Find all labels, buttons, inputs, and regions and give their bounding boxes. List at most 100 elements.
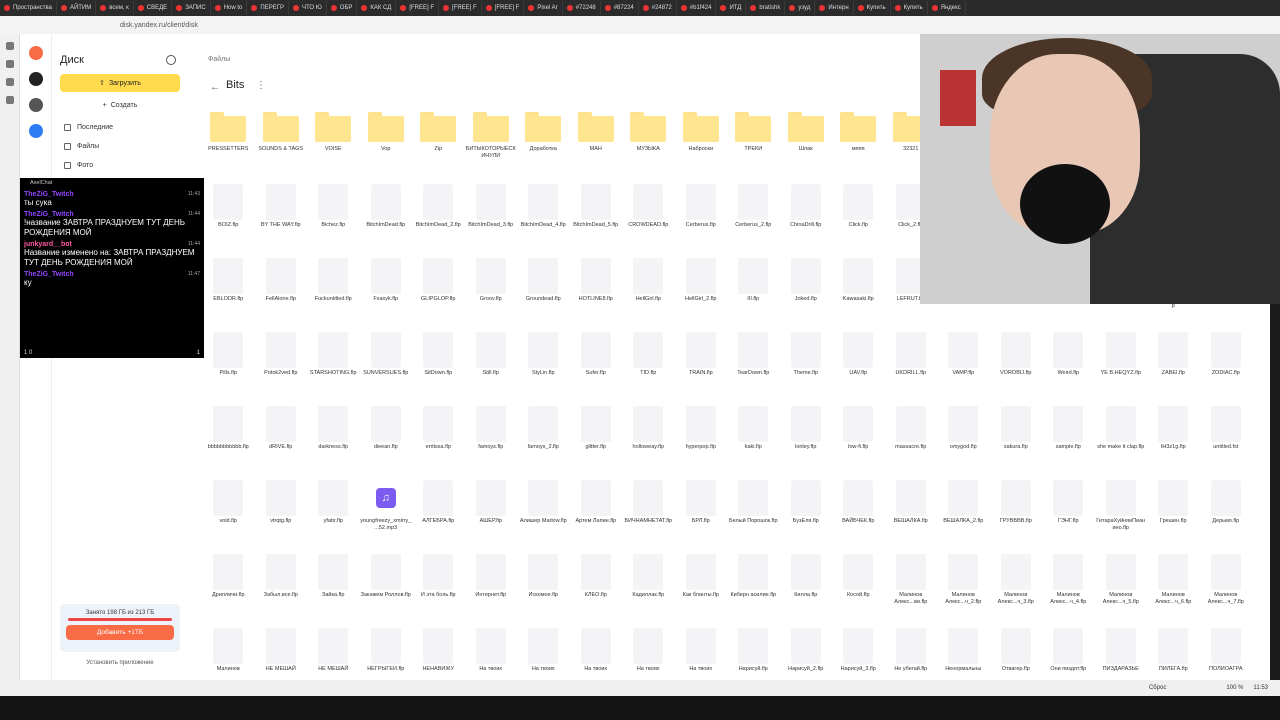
file-item[interactable]: ZABEI.flp [1147, 328, 1200, 402]
folder-item[interactable]: МУЗЫКА [622, 106, 675, 180]
file-item[interactable]: sakura.flp [990, 402, 1043, 476]
browser-tab[interactable]: всем, к [96, 1, 134, 15]
browser-tab[interactable]: #b1f424 [677, 1, 717, 15]
file-item[interactable]: На твоих [622, 624, 675, 680]
browser-tab[interactable]: Интерн [815, 1, 854, 15]
file-item[interactable]: erritssa.flp [412, 402, 465, 476]
file-item[interactable]: ВАЙБЧЕК.flp [832, 476, 885, 550]
browser-tab[interactable]: Пространства [0, 1, 57, 15]
file-item[interactable]: Kawasaki.flp [832, 254, 885, 328]
history-icon[interactable] [5, 78, 14, 86]
file-item[interactable]: ♫ youngfreezy_xmirry_...52.mp3 [360, 476, 413, 550]
browser-tab[interactable]: [FREE] F [396, 1, 439, 15]
file-item[interactable]: YE B.HEQYZ.flp [1095, 328, 1148, 402]
folder-item[interactable]: Наброски [675, 106, 728, 180]
back-arrow-icon[interactable]: ← [210, 82, 220, 93]
file-item[interactable]: КЛЕО.flp [570, 550, 623, 624]
file-item[interactable]: НЕ МЕШАЙ [307, 624, 360, 680]
file-item[interactable]: void.flp [202, 476, 255, 550]
file-item[interactable]: ГЭНГ.flp [1042, 476, 1095, 550]
file-item[interactable]: hyperpop.flp [675, 402, 728, 476]
file-item[interactable]: HellGirl_2.flp [675, 254, 728, 328]
file-item[interactable]: БИЧНАМНЕТАТ.flp [622, 476, 675, 550]
browser-tab[interactable]: ОБР [327, 1, 358, 15]
nav-item-files[interactable]: Файлы [64, 143, 99, 150]
file-item[interactable]: sample.flp [1042, 402, 1095, 476]
file-item[interactable]: ZODIAC.flp [1200, 328, 1253, 402]
file-item[interactable]: ВЕШАЛКА.flp [885, 476, 938, 550]
file-item[interactable]: GLIPGLOP.flp [412, 254, 465, 328]
extension-icon[interactable] [5, 96, 14, 104]
file-item[interactable]: BitchImDead_5.flp [570, 180, 623, 254]
file-item[interactable]: На твоих [517, 624, 570, 680]
browser-tab[interactable]: [FREE] F [439, 1, 482, 15]
file-item[interactable]: Cerberus.flp [675, 180, 728, 254]
file-item[interactable]: BY THE WAY.flp [255, 180, 308, 254]
bookmark-icon[interactable] [5, 42, 14, 50]
file-item[interactable]: BitchImDead_3.flp [465, 180, 518, 254]
file-item[interactable]: tH3z1g.flp [1147, 402, 1200, 476]
file-item[interactable]: BOIZ.flp [202, 180, 255, 254]
file-item[interactable]: НЕ МЕШАЙ [255, 624, 308, 680]
file-item[interactable]: darkness.flp [307, 402, 360, 476]
messenger-icon[interactable] [28, 124, 43, 138]
file-item[interactable]: TID.flp [622, 328, 675, 402]
create-button[interactable]: + Создать [60, 97, 180, 113]
file-item[interactable]: БРЛ.flp [675, 476, 728, 550]
file-item[interactable]: TRAIN.flp [675, 328, 728, 402]
file-item[interactable]: Малинов [202, 624, 255, 680]
disk-icon[interactable] [28, 72, 43, 86]
file-item[interactable]: famoys_2.flp [517, 402, 570, 476]
file-item[interactable]: ГитараХуйняиПианино.flp [1095, 476, 1148, 550]
folder-item[interactable]: ТРЕКИ [727, 106, 780, 180]
file-item[interactable]: Bichez.flp [307, 180, 360, 254]
folder-item[interactable]: SOUNDS & TAGS [255, 106, 308, 180]
file-item[interactable]: UAV.flp [832, 328, 885, 402]
file-item[interactable]: massacre.flp [885, 402, 938, 476]
file-item[interactable]: ПИЗДАРАЗЬЕ [1095, 624, 1148, 680]
file-item[interactable]: glitter.flp [570, 402, 623, 476]
file-item[interactable]: Pills.flp [202, 328, 255, 402]
file-item[interactable]: Грешен.flp [1147, 476, 1200, 550]
file-item[interactable]: Малинов Алекс...ч_5.flp [1095, 550, 1148, 624]
file-item[interactable]: III.flp [727, 254, 780, 328]
file-item[interactable]: BitchImDead_4.flp [517, 180, 570, 254]
file-item[interactable]: Fuckuntitled.flp [307, 254, 360, 328]
file-item[interactable]: SUNVERSUES.flp [360, 328, 413, 402]
browser-tab[interactable]: How to [211, 1, 248, 15]
file-item[interactable]: НЕГРЫГЕИ.flp [360, 624, 413, 680]
file-item[interactable]: HOTLINE8.flp [570, 254, 623, 328]
file-item[interactable]: ГРУВВВВ.flp [990, 476, 1043, 550]
file-item[interactable]: Малинов Алекс...ви.flp [885, 550, 938, 624]
add-storage-button[interactable]: Добавить +1ТБ [66, 625, 174, 640]
install-app-link[interactable]: Установить приложение [60, 660, 180, 666]
file-item[interactable]: Click.flp [832, 180, 885, 254]
nav-item-photos[interactable]: Фото [64, 162, 93, 169]
file-item[interactable]: SitDown.flp [412, 328, 465, 402]
file-item[interactable]: Белый Порошок.flp [727, 476, 780, 550]
mail-icon[interactable] [28, 98, 43, 112]
folder-item[interactable]: Zip [412, 106, 465, 180]
file-item[interactable]: bbbbbbbbbbb.flp [202, 402, 255, 476]
file-item[interactable]: АЛГЕБРА.flp [412, 476, 465, 550]
browser-tab[interactable]: Купить [891, 1, 928, 15]
file-item[interactable]: omygod.flp [937, 402, 990, 476]
file-item[interactable]: Забыл.все.flp [255, 550, 308, 624]
file-item[interactable]: На твоих [675, 624, 728, 680]
file-item[interactable]: Малинов Алекс...ч_6.flp [1147, 550, 1200, 624]
file-item[interactable]: she make it clap.flp [1095, 402, 1148, 476]
file-item[interactable]: Алишер Marlow.flp [517, 476, 570, 550]
file-item[interactable]: ВЕШАЛКА_2.flp [937, 476, 990, 550]
address-text[interactable]: disk.yandex.ru/client/disk [120, 22, 198, 29]
browser-tab[interactable]: [FREE] F [482, 1, 525, 15]
folder-item[interactable]: БИТЫКОТОРЫЕСКИНУЛИ [465, 106, 518, 180]
file-item[interactable]: untitled.fst [1200, 402, 1253, 476]
search-icon[interactable] [166, 55, 176, 65]
file-item[interactable]: vtrqtg.flp [255, 476, 308, 550]
browser-tab[interactable]: ЗАПИС [172, 1, 211, 15]
file-item[interactable]: holloweay.flp [622, 402, 675, 476]
nav-item-recent[interactable]: Последние [64, 124, 113, 131]
file-item[interactable]: famoys.flp [465, 402, 518, 476]
browser-tab[interactable]: Pixel Ar [524, 1, 563, 15]
browser-tab[interactable]: ЧТО Ю [289, 1, 327, 15]
